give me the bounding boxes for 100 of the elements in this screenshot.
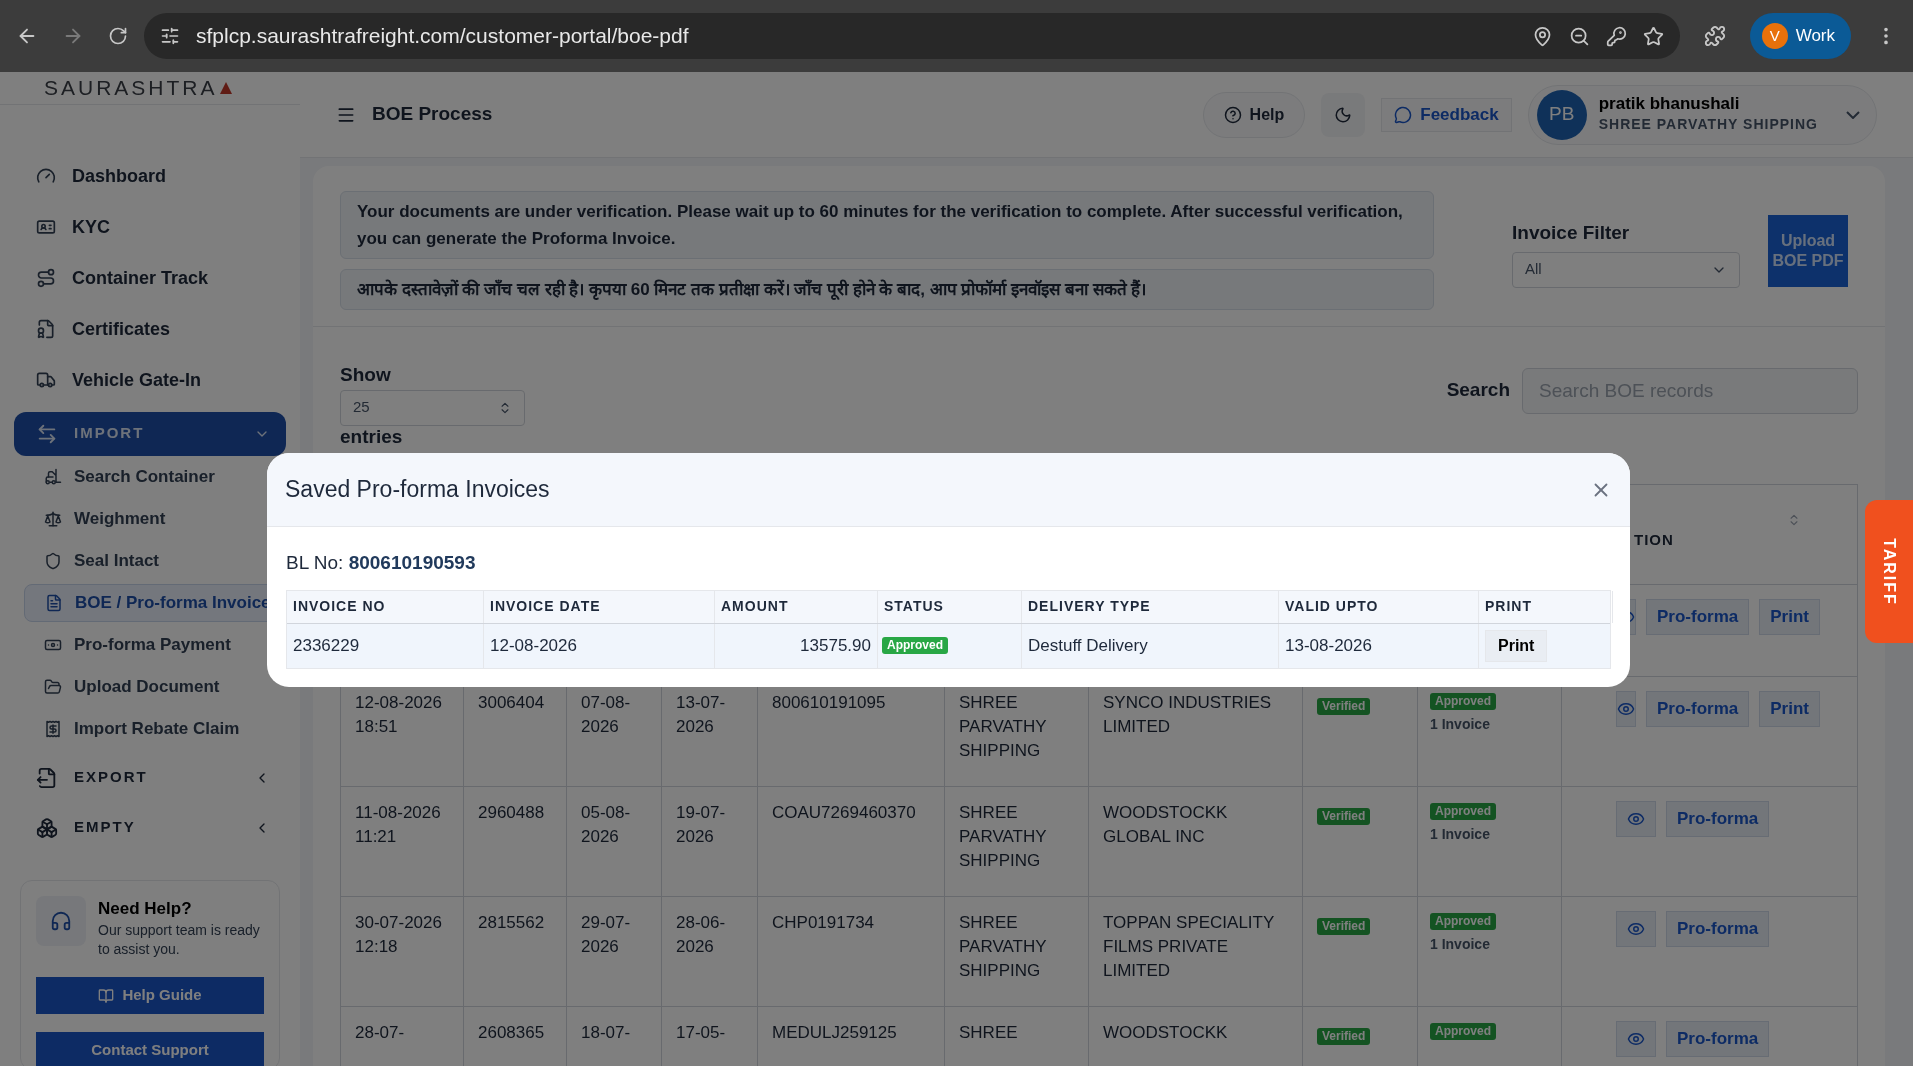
column-header[interactable]: TION bbox=[1634, 528, 1787, 552]
sidebar-subitem[interactable]: Import Rebate Claim bbox=[24, 709, 286, 748]
table-cell: SHREE bbox=[959, 1022, 1018, 1042]
table-cell: 800610191095 bbox=[772, 692, 886, 712]
table-cell: 07-08-2026 bbox=[581, 692, 631, 736]
table-cell: 30-07-2026 12:18 bbox=[355, 912, 442, 956]
table-cell: WOODSTOCKK GLOBAL INC bbox=[1103, 802, 1228, 846]
status-badge: Verified bbox=[1317, 697, 1371, 715]
sidebar-group[interactable]: EXPORT bbox=[14, 755, 286, 800]
user-menu[interactable]: PB pratik bhanushali SHREE PARVATHY SHIPPING bbox=[1527, 84, 1877, 145]
table-cell: CHP0191734 bbox=[772, 912, 875, 932]
table-cell: TOPPAN SPECIALITY FILMS PRIVATE LIMITED bbox=[1103, 912, 1274, 980]
sidebar-subitem[interactable]: Search Container bbox=[24, 457, 286, 496]
sidebar-item[interactable]: Dashboard bbox=[14, 150, 286, 202]
feedback-button[interactable]: Feedback bbox=[1381, 97, 1512, 132]
entries-label: entries bbox=[340, 425, 404, 448]
bl-number: BL No: 800610190593 bbox=[286, 551, 477, 575]
address-bar[interactable]: sfplcp.saurashtrafreight.com/customer-portal/boe-pdf bbox=[144, 13, 1680, 59]
action-button[interactable]: Print bbox=[1759, 690, 1820, 727]
table-cell: 3006404 bbox=[478, 692, 545, 712]
help-button[interactable]: Contact Support bbox=[36, 1032, 264, 1066]
table-cell: 05-08-2026 bbox=[581, 802, 631, 846]
profile-label: Work bbox=[1795, 25, 1835, 48]
invoice-count: 1 Invoice bbox=[1430, 824, 1490, 844]
help-text: Our support team is ready to assist you. bbox=[98, 921, 261, 959]
table-cell: 2815562 bbox=[478, 912, 545, 932]
table-cell: COAU7269460370 bbox=[772, 802, 916, 822]
url-text: sfplcp.saurashtrafreight.com/customer-portal/boe-pdf bbox=[196, 23, 689, 50]
action-button[interactable]: Pro-forma bbox=[1666, 800, 1770, 837]
status-badge: Verified bbox=[1317, 917, 1371, 935]
tariff-tab[interactable]: TARIFF bbox=[1865, 500, 1913, 643]
column-header: DELIVERY TYPE bbox=[1028, 597, 1151, 616]
sidebar-subitem[interactable]: Upload Document bbox=[24, 667, 286, 706]
action-button[interactable]: Pro-forma bbox=[1646, 690, 1750, 727]
sidebar-subitem[interactable]: Weighment bbox=[24, 499, 286, 538]
table-cell: 28-07- bbox=[355, 1022, 405, 1042]
table-cell: SHREE PARVATHY SHIPPING bbox=[959, 802, 1047, 870]
sidebar-subitem[interactable]: Seal Intact bbox=[24, 541, 286, 580]
table-cell: MEDULJ259125 bbox=[772, 1022, 897, 1042]
status-badge: Verified bbox=[1317, 807, 1371, 825]
print-button[interactable]: Print bbox=[1485, 629, 1548, 662]
table-cell: 19-07-2026 bbox=[676, 802, 726, 846]
status-badge: Approved bbox=[1430, 692, 1496, 710]
table-cell: SYNCO INDUSTRIES LIMITED bbox=[1103, 692, 1272, 736]
search-label: Search bbox=[1446, 378, 1510, 403]
table-cell: 11-08-2026 11:21 bbox=[355, 802, 441, 846]
profile-button[interactable]: V Work bbox=[1749, 13, 1851, 59]
table-cell-text: 12-08-2026 bbox=[490, 634, 577, 657]
sidebar-group[interactable]: IMPORT bbox=[14, 411, 286, 456]
action-button[interactable]: Pro-forma bbox=[1666, 1020, 1770, 1057]
invoice-count: 1 Invoice bbox=[1430, 714, 1490, 734]
sidebar-item[interactable]: Container Track bbox=[14, 252, 286, 304]
status-badge: Verified bbox=[1317, 1027, 1371, 1045]
entries-select[interactable]: 25 bbox=[340, 389, 525, 426]
filter-label: Invoice Filter bbox=[1512, 221, 1631, 245]
table-cell-text: 13-08-2026 bbox=[1285, 634, 1372, 657]
table-cell: WOODSTOCKK bbox=[1103, 1022, 1228, 1042]
status-badge: Approved bbox=[1430, 912, 1496, 930]
sidebar-group[interactable]: EMPTY bbox=[14, 805, 286, 850]
column-header: INVOICE DATE bbox=[490, 597, 601, 616]
table-cell: 12-08-2026 18:51 bbox=[355, 692, 442, 736]
invoice-filter-select[interactable]: All bbox=[1512, 251, 1740, 288]
logo: SAURASHTRA bbox=[44, 75, 218, 101]
column-header: PRINT bbox=[1485, 597, 1532, 616]
sidebar-item[interactable]: Certificates bbox=[14, 303, 286, 355]
sidebar-item[interactable]: KYC bbox=[14, 201, 286, 253]
action-button[interactable]: Pro-forma bbox=[1666, 910, 1770, 947]
column-header: STATUS bbox=[884, 597, 944, 616]
profile-avatar: V bbox=[1761, 23, 1788, 49]
user-avatar: PB bbox=[1536, 89, 1587, 140]
table-cell: 28-06-2026 bbox=[676, 912, 726, 956]
help-button[interactable]: Help bbox=[1202, 91, 1306, 138]
table-cell: 2960488 bbox=[478, 802, 545, 822]
column-header: AMOUNT bbox=[721, 597, 789, 616]
modal-title: Saved Pro-forma Invoices bbox=[285, 475, 551, 505]
status-badge: Approved bbox=[1430, 1022, 1496, 1040]
show-label: Show bbox=[340, 363, 392, 387]
table-cell-text: Destuff Delivery bbox=[1028, 634, 1148, 657]
help-button[interactable]: Help Guide bbox=[36, 977, 264, 1014]
table-cell: 2608365 bbox=[478, 1022, 545, 1042]
status-badge: Approved bbox=[1430, 802, 1496, 820]
notice-text: आपके दस्तावेज़ों की जाँच चल रही है। कृपया 60 मिनट तक प्रतीक्षा करें। जाँच पूरी होने के बाद, आप प्रोफॉर्मा इनवॉइस बना सकते हैं। bbox=[340, 269, 1434, 310]
table-cell-text: 13575.90 bbox=[800, 634, 871, 657]
notice-text: Your documents are under verification. Please wait up to 60 minutes for the verification to complete. After successful verification, you can generate the Proforma Invoice. bbox=[340, 191, 1434, 259]
sidebar-item[interactable]: Vehicle Gate-In bbox=[14, 354, 286, 406]
table-cell: 29-07-2026 bbox=[581, 912, 631, 956]
user-company: SHREE PARVATHY SHIPPING bbox=[1598, 115, 1818, 134]
action-button[interactable]: Pro-forma bbox=[1646, 598, 1750, 635]
table-cell: SHREE PARVATHY SHIPPING bbox=[959, 912, 1047, 980]
table-cell: SHREE PARVATHY SHIPPING bbox=[959, 692, 1047, 760]
status-badge: Approved bbox=[882, 637, 948, 654]
table-cell: 17-05- bbox=[676, 1022, 726, 1042]
upload-button[interactable]: Upload BOE PDF bbox=[1768, 215, 1848, 287]
table-cell: 13-07-2026 bbox=[676, 692, 726, 736]
page-title: BOE Process bbox=[372, 102, 493, 127]
column-header: VALID UPTO bbox=[1285, 597, 1379, 616]
sidebar-subitem[interactable]: Pro-forma Payment bbox=[24, 625, 286, 664]
action-button[interactable]: Print bbox=[1759, 598, 1820, 635]
invoice-count: 1 Invoice bbox=[1430, 934, 1490, 954]
table-cell-text: 2336229 bbox=[293, 634, 360, 657]
